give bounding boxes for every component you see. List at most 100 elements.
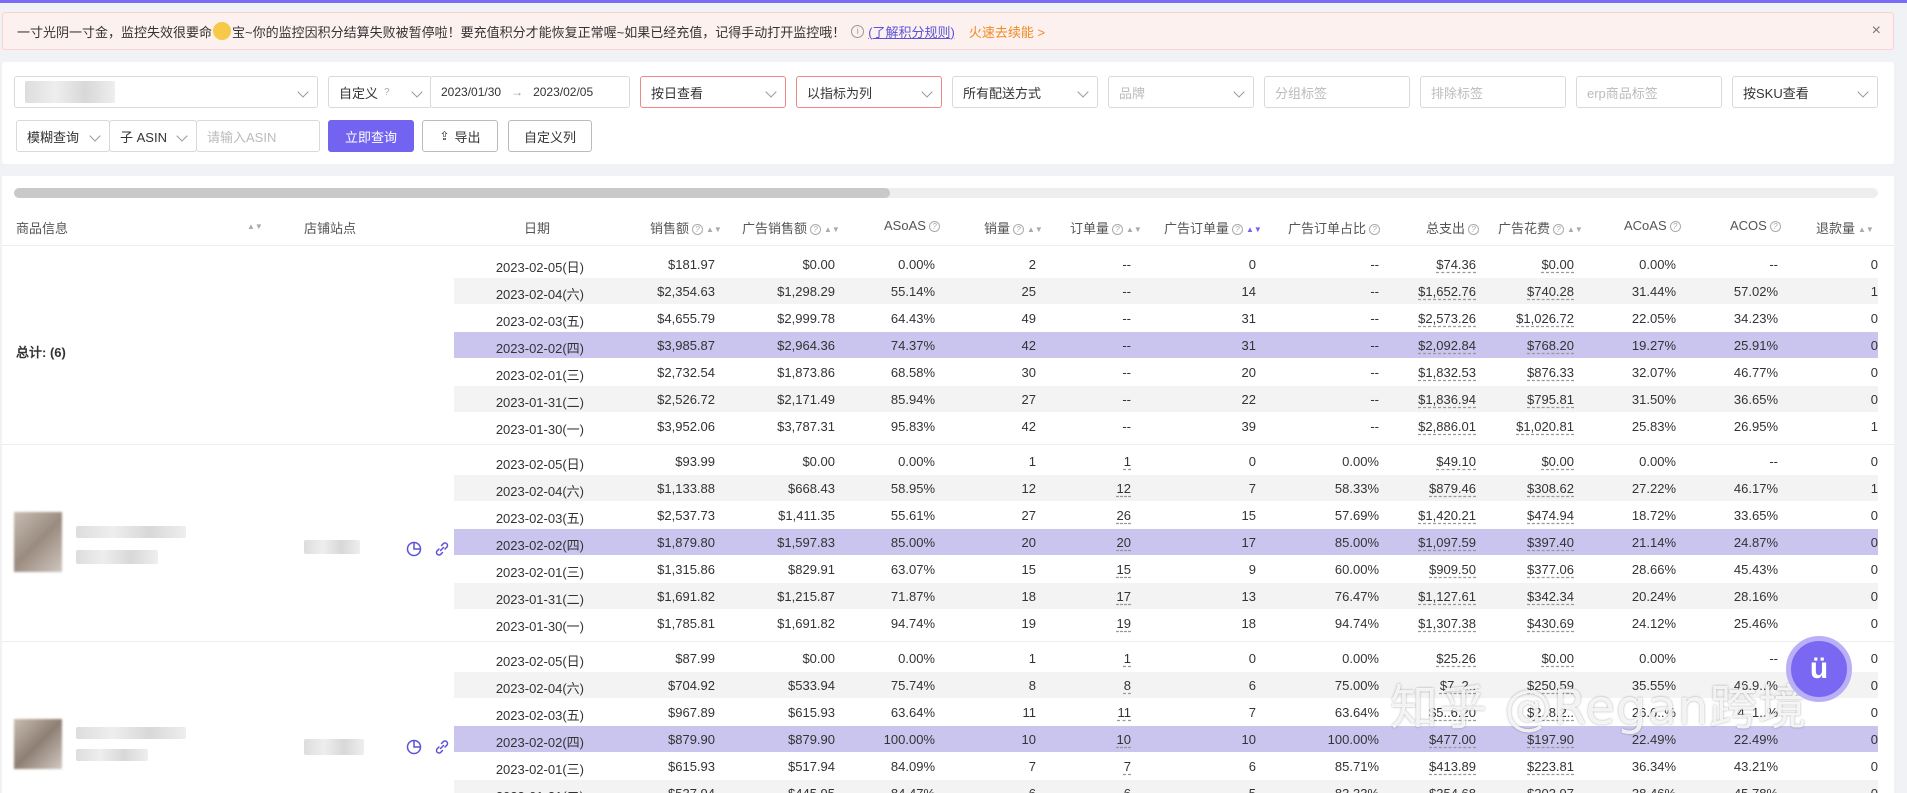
col-ad-order-ratio[interactable]: 广告订单占比? (1288, 218, 1381, 237)
cell-total-spend[interactable]: $1,652.76 (1418, 284, 1476, 299)
table-row[interactable]: 2023-01-31(二) $1,691.82 $1,215.87 71.87% 18 1… (454, 583, 1878, 609)
cell-ad-spend[interactable]: $768.20 (1527, 338, 1574, 353)
assistant-fab-button[interactable]: ü (1786, 636, 1852, 702)
col-ad-spend[interactable]: 广告花费? ▲▼ (1498, 218, 1583, 237)
cell-ad-spend[interactable]: $430.69 (1527, 616, 1574, 631)
fuzzy-query-select[interactable]: 模糊查询 (16, 120, 110, 152)
cell-orders[interactable]: 26 (1117, 508, 1131, 523)
table-row[interactable]: 2023-01-31(二) $537.94 $445.95 84.47% 6 6 5 83.3… (454, 780, 1878, 793)
table-row[interactable]: 2023-02-04(六) $1,133.88 $668.43 58.95% 12 12 7… (454, 475, 1878, 501)
col-ad-sales[interactable]: 广告销售额? ▲▼ (742, 218, 840, 237)
store-select[interactable] (14, 76, 318, 108)
cell-total-spend[interactable]: $74.36 (1436, 257, 1476, 272)
cell-orders[interactable]: 12 (1117, 481, 1131, 496)
cell-ad-spend[interactable]: $223.81 (1527, 759, 1574, 774)
cell-orders[interactable]: 1 (1124, 651, 1131, 666)
sort-icon[interactable]: ▲▼ (247, 222, 263, 231)
cell-ad-spend[interactable]: $1,020.81 (1516, 419, 1574, 434)
col-sales[interactable]: 销售额? ▲▼ (650, 218, 722, 237)
sku-view-select[interactable]: 按SKU查看 (1732, 76, 1878, 108)
erp-tag-input[interactable]: erp商品标签 (1576, 76, 1722, 108)
cell-total-spend[interactable]: $1,832.53 (1418, 365, 1476, 380)
asin-input[interactable]: 请输入ASIN (196, 120, 320, 152)
cell-ad-spend[interactable]: $0.00 (1541, 454, 1574, 469)
cell-orders[interactable]: 17 (1117, 589, 1131, 604)
link-icon[interactable] (434, 541, 450, 557)
cell-total-spend[interactable]: $1,097.59 (1418, 535, 1476, 550)
cell-ad-spend[interactable]: $203.97 (1527, 786, 1574, 793)
col-ad-orders[interactable]: 广告订单量? ▲▼ (1164, 218, 1262, 237)
cell-ad-spend[interactable]: $0.00 (1541, 651, 1574, 666)
table-row[interactable]: 2023-02-01(三) $1,315.86 $829.91 63.07% 15 15 9… (454, 556, 1878, 582)
pie-chart-icon[interactable] (406, 739, 422, 755)
cell-orders[interactable]: 6 (1124, 786, 1131, 793)
date-range-picker[interactable]: 2023/01/30 → 2023/02/05 (430, 76, 630, 108)
col-acoas[interactable]: ACoAS? (1624, 218, 1681, 233)
cell-orders[interactable]: 19 (1117, 616, 1131, 631)
cell-total-spend[interactable]: $879.46 (1429, 481, 1476, 496)
cell-total-spend[interactable]: $909.50 (1429, 562, 1476, 577)
cell-orders[interactable]: 1 (1124, 454, 1131, 469)
col-units[interactable]: 销量? ▲▼ (984, 218, 1043, 237)
points-rules-link[interactable]: (了解积分规则) (868, 22, 955, 41)
cell-orders[interactable]: 15 (1117, 562, 1131, 577)
custom-columns-button[interactable]: 自定义列 (508, 120, 592, 152)
child-asin-select[interactable]: 子 ASIN (109, 120, 197, 152)
cell-total-spend[interactable]: $2,573.26 (1418, 311, 1476, 326)
cell-ad-spend[interactable]: $377.06 (1527, 562, 1574, 577)
cell-ad-spend[interactable]: $0.00 (1541, 257, 1574, 272)
cell-orders[interactable]: 10 (1117, 732, 1131, 747)
cell-total-spend[interactable]: $2,092.84 (1418, 338, 1476, 353)
cell-total-spend[interactable]: $1,127.61 (1418, 589, 1476, 604)
cell-orders[interactable]: 7 (1124, 759, 1131, 774)
export-button[interactable]: ⇪ 导出 (422, 120, 498, 152)
cell-total-spend[interactable]: $1,836.94 (1418, 392, 1476, 407)
cell-ad-spend[interactable]: $740.28 (1527, 284, 1574, 299)
cell-total-spend[interactable]: $49.10 (1436, 454, 1476, 469)
recharge-link[interactable]: 火速去续能 > (969, 22, 1045, 41)
col-acos[interactable]: ACOS? (1730, 218, 1781, 233)
table-row[interactable]: 2023-01-30(一) $1,785.81 $1,691.82 94.74% 19 1… (454, 610, 1878, 636)
cell-ad-spend[interactable]: $474.94 (1527, 508, 1574, 523)
cell-ad-spend[interactable]: $876.33 (1527, 365, 1574, 380)
cell-orders[interactable]: 8 (1124, 678, 1131, 693)
table-row[interactable]: 2023-02-05(日) $93.99 $0.00 0.00% 1 1 0 0.00% $49… (454, 448, 1878, 474)
cell-ad-spend[interactable]: $308.62 (1527, 481, 1574, 496)
close-icon[interactable]: × (1872, 22, 1881, 40)
cell-total-spend[interactable]: $413.89 (1429, 759, 1476, 774)
table-row[interactable]: 2023-02-03(五) $2,537.73 $1,411.35 55.61% 27 2… (454, 502, 1878, 528)
table-row[interactable]: 2023-02-02(四) $3,985.87 $2,964.36 74.37% 42 -… (454, 332, 1878, 358)
delivery-select[interactable]: 所有配送方式 (952, 76, 1098, 108)
table-row[interactable]: 2023-02-03(五) $4,655.79 $2,999.78 64.43% 49 -… (454, 305, 1878, 331)
col-product[interactable]: 商品信息 (16, 218, 68, 237)
pie-chart-icon[interactable] (406, 541, 422, 557)
cell-orders[interactable]: 20 (1117, 535, 1131, 550)
metric-as-column-select[interactable]: 以指标为列 (796, 76, 942, 108)
group-tag-input[interactable]: 分组标签 (1264, 76, 1410, 108)
table-row[interactable]: 2023-02-01(三) $615.93 $517.94 84.09% 7 7 6 85.7… (454, 753, 1878, 779)
col-total-spend[interactable]: 总支出? (1426, 218, 1480, 237)
table-row[interactable]: 2023-02-04(六) $2,354.63 $1,298.29 55.14% 25 -… (454, 278, 1878, 304)
col-refunds[interactable]: 退款量 ▲▼ (1816, 218, 1874, 237)
cell-total-spend[interactable]: $1,420.21 (1418, 508, 1476, 523)
cell-ad-spend[interactable]: $342.34 (1527, 589, 1574, 604)
table-row[interactable]: 2023-01-30(一) $3,952.06 $3,787.31 95.83% 42 -… (454, 413, 1878, 439)
date-mode-select[interactable]: 自定义 ? (328, 76, 432, 108)
col-asoas[interactable]: ASoAS? (884, 218, 940, 233)
horizontal-scrollbar[interactable] (14, 188, 1878, 198)
cell-total-spend[interactable]: $354.68 (1429, 786, 1476, 793)
exclude-tag-input[interactable]: 排除标签 (1420, 76, 1566, 108)
cell-total-spend[interactable]: $25.26 (1436, 651, 1476, 666)
cell-orders[interactable]: 11 (1118, 705, 1132, 720)
table-row[interactable]: 2023-01-31(二) $2,526.72 $2,171.49 85.94% 27 -… (454, 386, 1878, 412)
brand-select[interactable]: 品牌 (1108, 76, 1254, 108)
cell-ad-spend[interactable]: $1,026.72 (1516, 311, 1574, 326)
cell-ad-spend[interactable]: $795.81 (1527, 392, 1574, 407)
scrollbar-thumb[interactable] (14, 188, 890, 198)
table-row[interactable]: 2023-02-02(四) $1,879.80 $1,597.83 85.00% 20 2… (454, 529, 1878, 555)
col-orders[interactable]: 订单量? ▲▼ (1070, 218, 1142, 237)
link-icon[interactable] (434, 739, 450, 755)
cell-total-spend[interactable]: $1,307.38 (1418, 616, 1476, 631)
cell-ad-spend[interactable]: $397.40 (1527, 535, 1574, 550)
query-button[interactable]: 立即查询 (328, 120, 414, 152)
